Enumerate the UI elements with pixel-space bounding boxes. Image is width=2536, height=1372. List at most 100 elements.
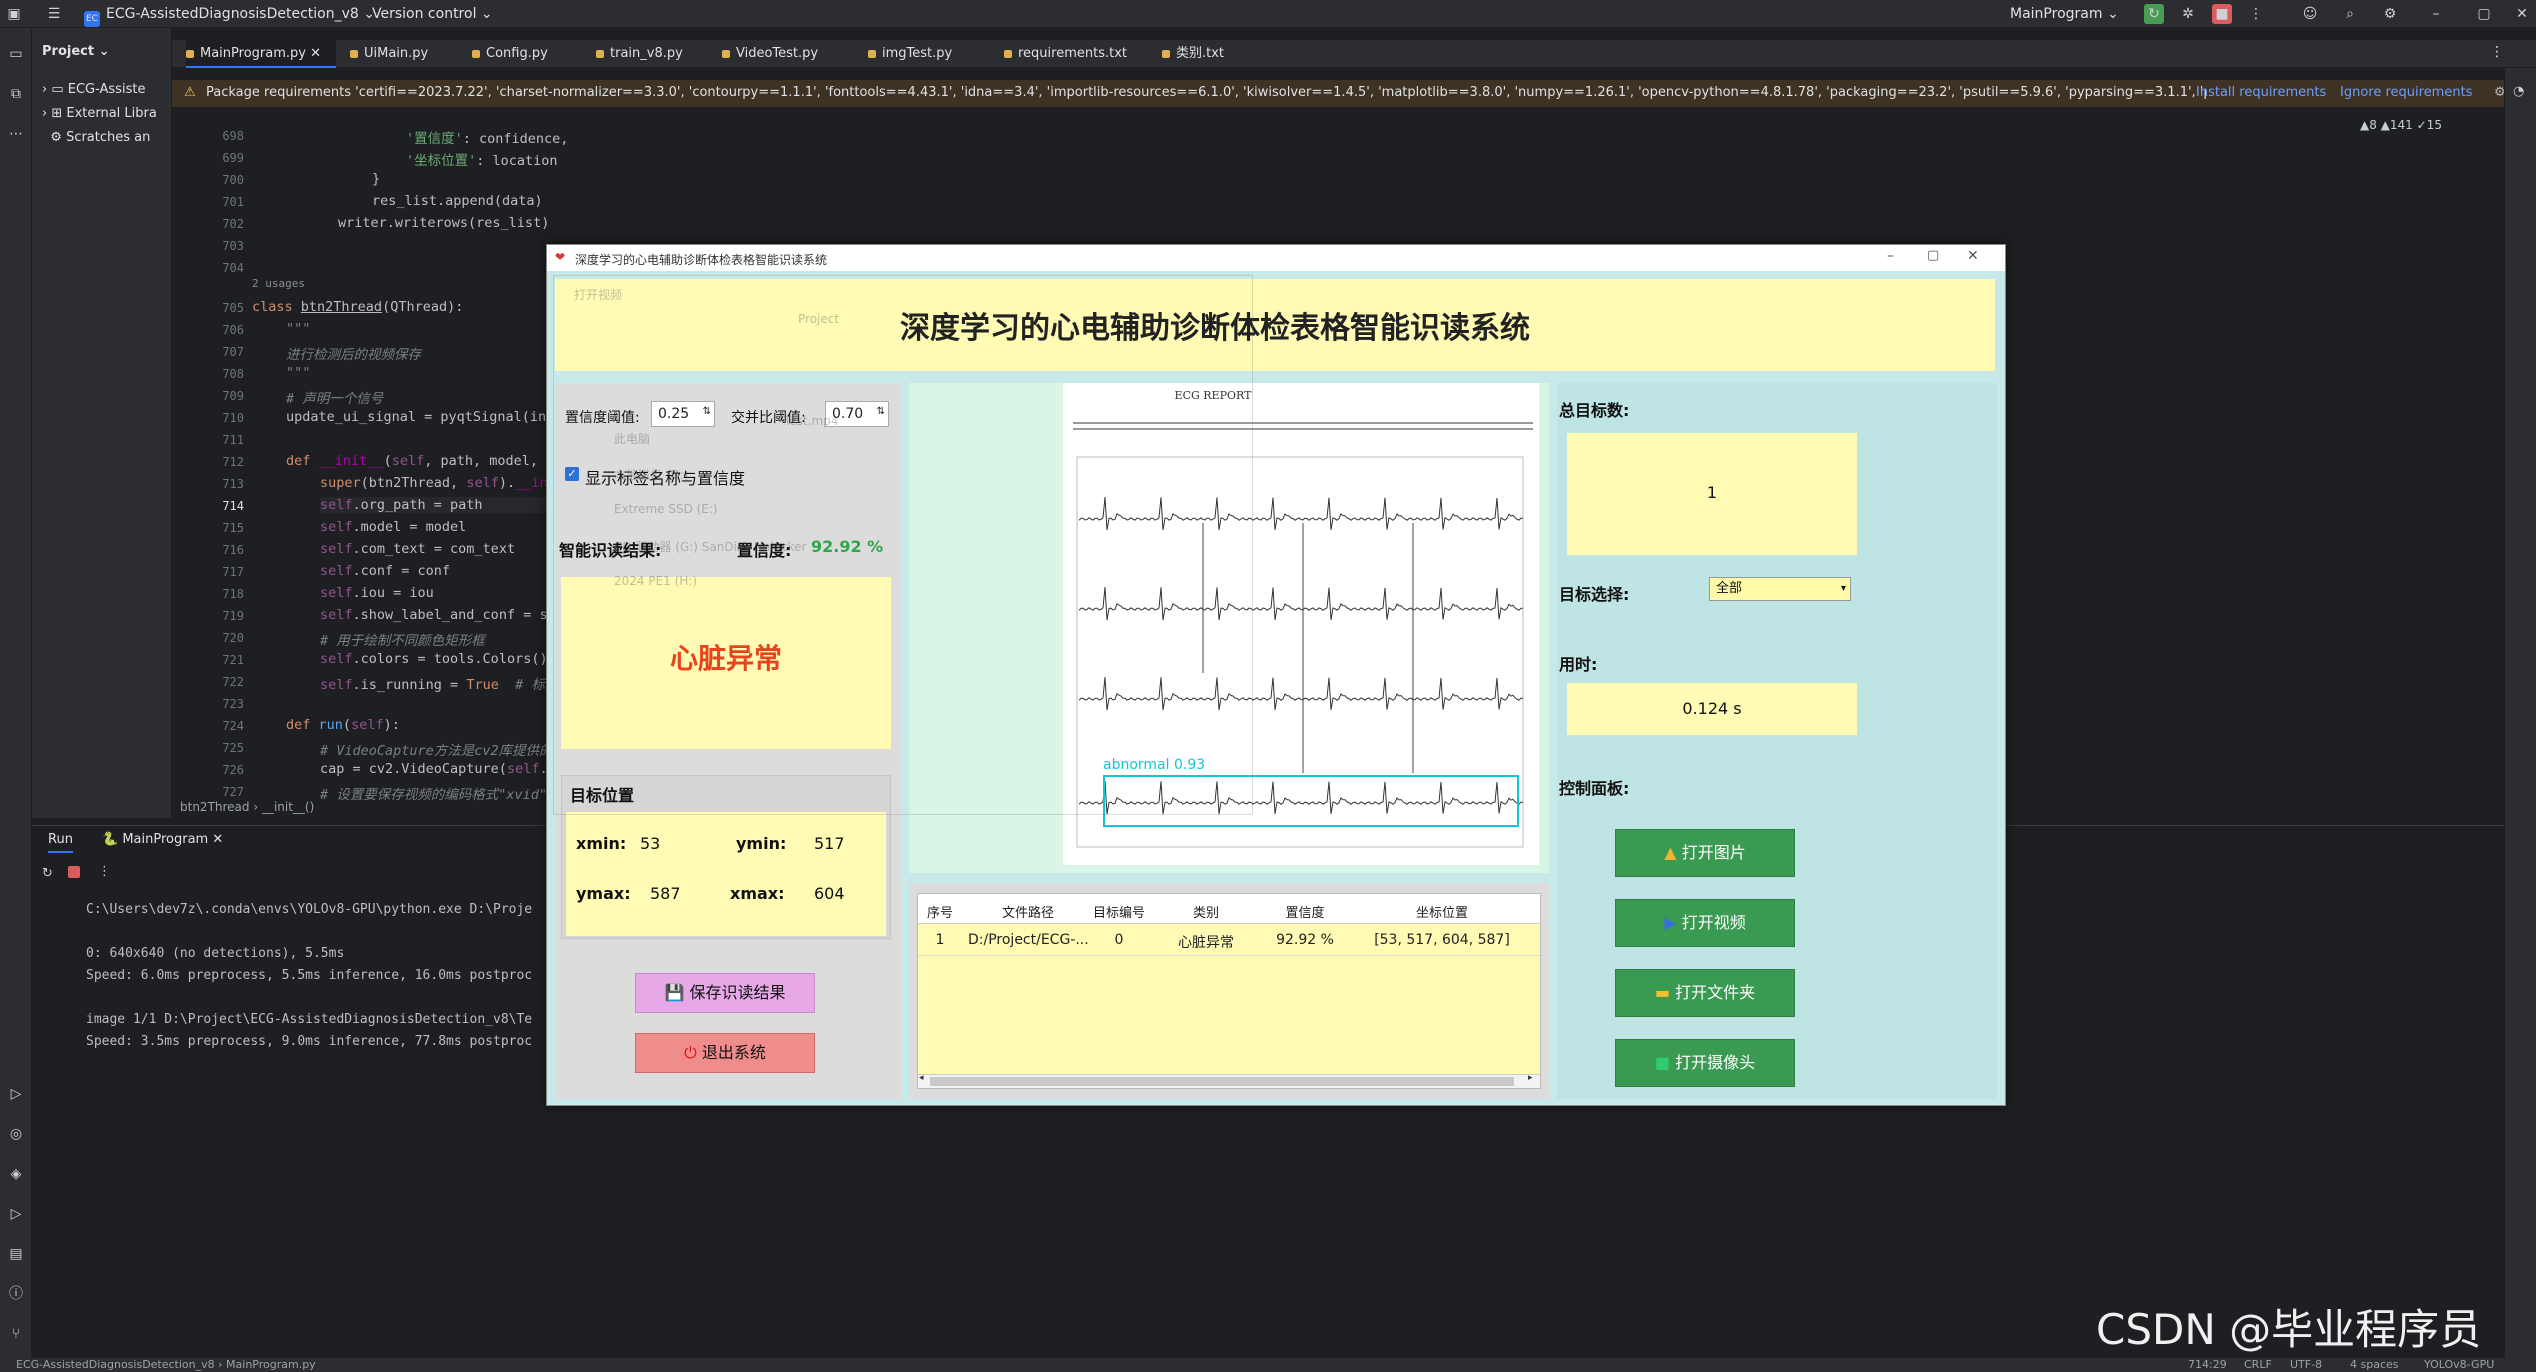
open-video-button[interactable]: ▶ 打开视频 <box>1615 899 1795 947</box>
line-number: 726 <box>222 763 244 777</box>
line-number: 712 <box>222 455 244 469</box>
profile-icon[interactable]: ☺ <box>2300 4 2320 24</box>
ignore-requirements-link[interactable]: Ignore requirements <box>2340 85 2472 100</box>
main-menu-icon[interactable]: ☰ <box>44 4 64 24</box>
vcs-menu[interactable]: Version control ⌄ <box>372 5 493 23</box>
line-number: 701 <box>222 195 244 209</box>
status-path[interactable]: ECG-AssistedDiagnosisDetection_v8 › Main… <box>16 1358 316 1371</box>
minimize-icon[interactable]: – <box>2426 4 2446 24</box>
caret-position[interactable]: 714:29 <box>2188 1358 2227 1371</box>
more-tools-icon[interactable]: ⋯ <box>6 124 26 144</box>
project-panel: Project ⌄ › ▭ ECG-Assiste › ⊞ External L… <box>32 28 172 818</box>
breadcrumb[interactable]: btn2Thread › __init__() <box>180 800 314 814</box>
settings-icon[interactable]: ⚙ <box>2380 4 2400 24</box>
app-close-icon[interactable]: ✕ <box>1967 248 1979 264</box>
open-camera-button[interactable]: ■ 打开摄像头 <box>1615 1039 1795 1087</box>
scrollbar-thumb[interactable] <box>930 1077 1514 1086</box>
tab-videotest[interactable]: VideoTest.py <box>722 40 842 68</box>
file-encoding[interactable]: UTF-8 <box>2290 1358 2322 1371</box>
target-select[interactable]: 全部 ▾ <box>1709 577 1851 601</box>
table-header-cell[interactable]: 文件路径 <box>968 902 1088 921</box>
open-image-button[interactable]: ▲ 打开图片 <box>1615 829 1795 877</box>
line-number: 711 <box>222 433 244 447</box>
debug-icon[interactable]: ✲ <box>2178 4 2198 24</box>
line-number: 716 <box>222 543 244 557</box>
search-icon[interactable]: ⌕ <box>2340 4 2360 24</box>
tab-train[interactable]: train_v8.py <box>596 40 706 68</box>
save-button[interactable]: 💾 保存识读结果 <box>635 973 815 1013</box>
maximize-icon[interactable]: ▢ <box>2474 4 2494 24</box>
line-number: 721 <box>222 653 244 667</box>
more-icon[interactable]: ⋮ <box>2246 4 2266 24</box>
line-separator[interactable]: CRLF <box>2244 1358 2272 1371</box>
table-header-cell[interactable]: 类别 <box>1150 902 1262 921</box>
exit-button[interactable]: ⏻ 退出系统 <box>635 1033 815 1073</box>
interpreter[interactable]: YOLOv8-GPU <box>2424 1358 2494 1371</box>
app-icon: ❤ <box>555 250 566 264</box>
line-number: 704 <box>222 261 244 275</box>
table-scrollbar[interactable]: ◂ ▸ <box>918 1073 1540 1088</box>
structure-icon[interactable]: ⧉ <box>6 84 26 104</box>
table-header-cell[interactable]: 序号 <box>918 902 962 921</box>
app-minimize-icon[interactable]: – <box>1887 248 1894 264</box>
app-window: ❤ 深度学习的心电辅助诊断体检表格智能识读系统 – ▢ ✕ 深度学习的心电辅助诊… <box>546 244 2006 1106</box>
install-requirements-link[interactable]: Install requirements <box>2196 85 2326 100</box>
inspection-summary[interactable]: ▲8 ▲141 ✓15 <box>2360 118 2442 132</box>
line-number: 705 <box>222 301 244 315</box>
line-number: 717 <box>222 565 244 579</box>
run-more-icon[interactable]: ⋮ <box>98 864 111 879</box>
app-maximize-icon[interactable]: ▢ <box>1927 248 1939 263</box>
services-icon[interactable]: ▷ <box>6 1204 26 1224</box>
line-number: 699 <box>222 151 244 165</box>
scroll-right-icon[interactable]: ▸ <box>1528 1073 1533 1083</box>
problems-icon[interactable]: ⓘ <box>6 1284 26 1304</box>
terminal-icon[interactable]: ▤ <box>6 1244 26 1264</box>
ghost-file-dialog: 打开视频 此电脑 本地磁盘 (D:) Extreme SSD (E:) CD 驱… <box>553 275 1253 815</box>
line-number: 709 <box>222 389 244 403</box>
line-number: 727 <box>222 785 244 799</box>
ghost-item: 本地磁盘 (D:) <box>614 468 689 482</box>
table-header-cell[interactable]: 目标编号 <box>1092 902 1146 921</box>
tab-config[interactable]: Config.py <box>472 40 572 68</box>
tab-classes[interactable]: 类别.txt <box>1162 40 1262 68</box>
table-header-cell[interactable]: 置信度 <box>1266 902 1344 921</box>
rerun-icon[interactable]: ↻ <box>42 866 53 881</box>
tree-item-project[interactable]: › ▭ ECG-Assiste <box>42 80 172 100</box>
tab-uimain[interactable]: UiMain.py <box>350 40 460 68</box>
run-icon[interactable]: ↻ <box>2144 4 2164 24</box>
ymax-label: ymax: <box>576 884 631 903</box>
layers-icon[interactable]: ◈ <box>6 1164 26 1184</box>
stop-icon[interactable]: ■ <box>2212 4 2232 24</box>
indent-setting[interactable]: 4 spaces <box>2350 1358 2399 1371</box>
stop-run-icon[interactable] <box>68 866 80 878</box>
scroll-left-icon[interactable]: ◂ <box>919 1073 924 1083</box>
run-config-select[interactable]: MainProgram ⌄ <box>2010 5 2119 23</box>
close-icon[interactable]: ✕ <box>2512 4 2532 24</box>
line-number: 713 <box>222 477 244 491</box>
project-switcher[interactable]: EC ECG-AssistedDiagnosisDetection_v8 ⌄ <box>84 5 375 27</box>
run-tool-icon[interactable]: ▷ <box>6 1084 26 1104</box>
tree-item-scratches[interactable]: ⚙ Scratches an <box>42 128 172 148</box>
tree-item-external-libraries[interactable]: › ⊞ External Libra <box>42 104 172 124</box>
notifications-icon[interactable]: ◔ <box>2513 84 2524 99</box>
table-cell: [53, 517, 604, 587] <box>1374 932 1510 948</box>
folder-icon[interactable]: ▭ <box>6 44 26 64</box>
tab-mainprogram[interactable]: MainProgram.py ✕ <box>186 40 336 68</box>
tab-imgtest[interactable]: imgTest.py <box>868 40 978 68</box>
folder-open-icon: ▬ <box>1654 983 1670 1002</box>
tab-actions-icon[interactable]: ⋮ <box>2490 44 2504 60</box>
table-header-cell[interactable]: 坐标位置 <box>1346 902 1538 921</box>
usages-hint[interactable]: 2 usages <box>252 277 305 290</box>
packages-icon[interactable]: ◎ <box>6 1124 26 1144</box>
status-bar: ECG-AssistedDiagnosisDetection_v8 › Main… <box>0 1358 2536 1372</box>
run-tab[interactable]: Run <box>48 832 73 853</box>
results-table-container: ◂ ▸ 序号 文件路径 目标编号 类别 置信度 坐标位置 1 D:/Project/ECG-.… <box>909 883 1549 1099</box>
open-folder-button[interactable]: ▬ 打开文件夹 <box>1615 969 1795 1017</box>
line-number: 703 <box>222 239 244 253</box>
git-icon[interactable]: ⑂ <box>6 1324 26 1344</box>
total-value: 1 <box>1706 483 1718 502</box>
line-number: 720 <box>222 631 244 645</box>
tab-requirements[interactable]: requirements.txt <box>1004 40 1144 68</box>
run-config-tab[interactable]: 🐍 MainProgram ✕ <box>102 832 223 847</box>
project-panel-title[interactable]: Project ⌄ <box>42 42 172 62</box>
